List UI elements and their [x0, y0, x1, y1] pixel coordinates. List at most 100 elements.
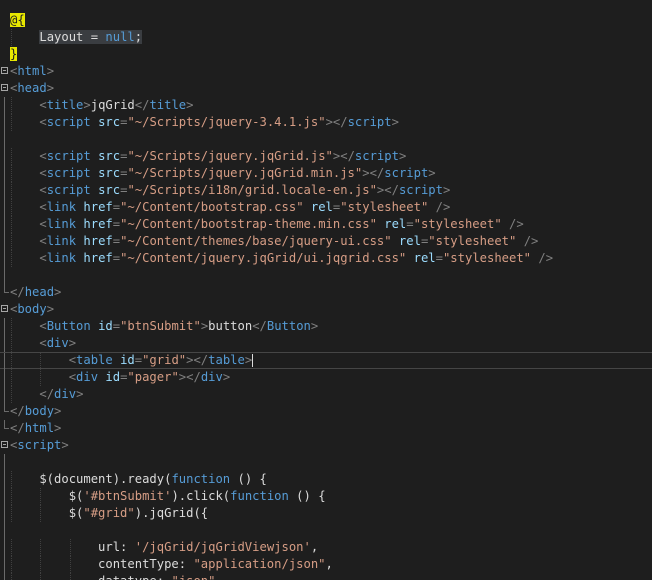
code-line[interactable]: url: '/jqGrid/jqGridViewjson',	[0, 539, 652, 556]
code-line[interactable]: contentType: "application/json",	[0, 556, 652, 573]
code-token: >	[83, 98, 91, 112]
code-line[interactable]: }	[0, 46, 652, 63]
code-line[interactable]: <script src="~/Scripts/i18n/grid.locale-…	[0, 182, 652, 199]
code-line[interactable]: <head>	[0, 80, 652, 97]
fold-line-icon	[4, 250, 5, 267]
collapse-icon[interactable]	[1, 441, 8, 448]
code-token: datatype:	[10, 574, 171, 580]
code-token: "btnSubmit"	[120, 319, 201, 333]
code-token: href	[76, 200, 113, 214]
code-token: html	[24, 421, 55, 435]
code-token: "stylesheet"	[428, 234, 517, 248]
code-line[interactable]: <link href="~/Content/bootstrap.css" rel…	[0, 199, 652, 216]
code-line[interactable]: <table id="grid"></table>	[0, 352, 652, 370]
code-editor[interactable]: @{ Layout = null;} <html> <head> <title>jq…	[0, 0, 652, 580]
code-token: =	[112, 217, 121, 231]
code-line[interactable]: <script src="~/Scripts/jquery.jqGrid.js"…	[0, 148, 652, 165]
code-token: ,	[310, 540, 319, 554]
code-line[interactable]: <body>	[0, 301, 652, 318]
code-line[interactable]: $('#btnSubmit').click(function () {	[0, 488, 652, 505]
code-token: head	[24, 285, 55, 299]
code-token: ;	[134, 30, 143, 44]
code-line[interactable]: <link href="~/Content/jquery.jqGrid/ui.j…	[0, 250, 652, 267]
code-line[interactable]	[0, 454, 652, 471]
code-text: <script>	[10, 437, 69, 454]
code-token: ,	[325, 557, 333, 571]
code-token: >	[54, 404, 62, 418]
code-line[interactable]: datatype: "json",	[0, 573, 652, 580]
code-token: script	[46, 183, 91, 197]
code-line[interactable]: </head>	[0, 284, 652, 301]
code-line[interactable]: <title>jqGrid</title>	[0, 97, 652, 114]
code-line[interactable]: <div id="pager"></div>	[0, 369, 652, 386]
code-text: Layout = null;	[10, 29, 143, 46]
code-token: script	[347, 115, 392, 129]
code-token: body	[17, 302, 47, 316]
code-token: title	[149, 98, 187, 112]
code-token: src	[90, 166, 121, 180]
code-token: table	[208, 353, 245, 367]
collapse-icon[interactable]	[1, 305, 8, 312]
code-token: =	[406, 217, 414, 231]
code-line[interactable]: <script>	[0, 437, 652, 454]
fold-gutter	[0, 369, 10, 386]
code-token: id	[90, 319, 113, 333]
code-line[interactable]: <script src="~/Scripts/jquery-3.4.1.js">…	[0, 114, 652, 131]
fold-gutter	[0, 556, 10, 573]
code-token: >	[428, 166, 436, 180]
code-line[interactable]	[0, 522, 652, 539]
code-line[interactable]: <link href="~/Content/bootstrap-theme.mi…	[0, 216, 652, 233]
code-line[interactable]	[0, 131, 652, 148]
code-line[interactable]: <link href="~/Content/themes/base/jquery…	[0, 233, 652, 250]
code-token: link	[46, 200, 77, 214]
code-line[interactable]: $(document).ready(function () {	[0, 471, 652, 488]
code-text: <script src="~/Scripts/i18n/grid.locale-…	[10, 182, 450, 199]
code-token: link	[46, 251, 77, 265]
code-line[interactable]: @{	[0, 12, 652, 29]
collapse-icon[interactable]	[1, 84, 8, 91]
code-line[interactable]: </div>	[0, 386, 652, 403]
code-text: <table id="grid"></table>	[10, 353, 254, 370]
code-line[interactable]: <Button id="btnSubmit">button</Button>	[0, 318, 652, 335]
collapse-icon[interactable]	[1, 67, 8, 74]
code-token: id	[112, 353, 135, 367]
code-token: </	[10, 421, 25, 435]
code-token: <	[68, 353, 77, 367]
code-token: <	[39, 115, 47, 129]
code-line[interactable]: </body>	[0, 403, 652, 420]
code-line[interactable]: <script src="~/Scripts/jquery.jqGrid.min…	[0, 165, 652, 182]
code-token: div	[76, 370, 99, 384]
code-line[interactable]: <div>	[0, 335, 652, 352]
code-token: =	[112, 234, 121, 248]
code-text: <title>jqGrid</title>	[10, 97, 193, 114]
code-line[interactable]: Layout = null;	[0, 29, 652, 46]
fold-gutter	[0, 97, 10, 114]
code-token: >	[68, 336, 77, 350]
code-line[interactable]: <html>	[0, 63, 652, 80]
code-line[interactable]: </html>	[0, 420, 652, 437]
code-token: >	[54, 285, 62, 299]
code-token: $(	[10, 506, 84, 520]
code-token: function	[230, 489, 289, 503]
fold-line-icon	[4, 353, 5, 370]
code-token: script	[398, 183, 443, 197]
code-token: <	[39, 336, 47, 350]
code-text: $("#grid").jqGrid({	[10, 505, 208, 522]
code-text: <script src="~/Scripts/jquery.jqGrid.min…	[10, 165, 436, 182]
code-token: ></	[362, 166, 385, 180]
code-token: '#btnSubmit'	[83, 489, 172, 503]
code-text: <body>	[10, 301, 54, 318]
fold-gutter	[0, 12, 10, 29]
code-line[interactable]	[0, 267, 652, 284]
code-token: @{	[10, 13, 25, 27]
code-token: >	[46, 302, 55, 316]
code-line[interactable]: $("#grid").jqGrid({	[0, 505, 652, 522]
code-token: =	[435, 251, 443, 265]
code-token: src	[90, 183, 121, 197]
code-token: <	[39, 98, 47, 112]
code-token: table	[76, 353, 113, 367]
fold-gutter	[0, 148, 10, 165]
code-text: contentType: "application/json",	[10, 556, 333, 573]
